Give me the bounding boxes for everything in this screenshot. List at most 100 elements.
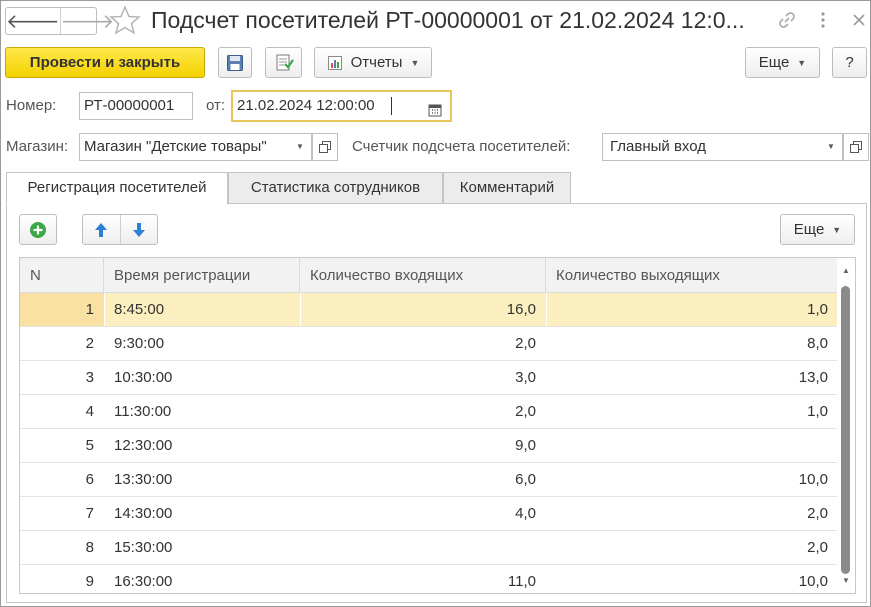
store-dropdown-button[interactable]: ▼ — [289, 134, 311, 160]
close-icon — [853, 14, 865, 26]
open-window-icon — [850, 141, 862, 153]
cell-time: 11:30:00 — [114, 403, 172, 420]
counter-dropdown-button[interactable]: ▼ — [820, 134, 842, 160]
table-row[interactable]: 2 9:30:00 2,0 8,0 — [20, 327, 837, 361]
column-header-incoming[interactable]: Количество входящих — [300, 258, 546, 293]
vertical-scrollbar[interactable]: ▲ ▼ — [837, 258, 855, 593]
table-header: N Время регистрации Количество входящих … — [20, 258, 837, 293]
help-button[interactable]: ? — [832, 47, 867, 78]
cell-incoming: 16,0 — [506, 301, 536, 318]
visitors-table[interactable]: N Время регистрации Количество входящих … — [19, 257, 856, 594]
cell-incoming — [300, 531, 536, 564]
move-down-button[interactable] — [121, 215, 158, 244]
close-button[interactable] — [847, 8, 871, 32]
number-field[interactable]: РТ-00000001 — [79, 92, 193, 120]
column-header-time[interactable]: Время регистрации — [104, 258, 300, 293]
counter-open-button[interactable] — [843, 133, 869, 161]
table-row[interactable]: 7 14:30:00 4,0 2,0 — [20, 497, 837, 531]
scrollbar-thumb[interactable] — [841, 286, 850, 574]
chevron-down-icon: ▼ — [410, 57, 420, 68]
cell-n: 5 — [85, 437, 94, 454]
table-row[interactable]: 4 11:30:00 2,0 1,0 — [20, 395, 837, 429]
save-icon — [227, 54, 243, 71]
scroll-up-arrow-icon[interactable]: ▲ — [837, 264, 855, 278]
table-row[interactable]: 9 16:30:00 11,0 10,0 — [20, 565, 837, 593]
cell-n: 9 — [85, 573, 94, 590]
cell-time: 15:30:00 — [114, 539, 173, 556]
arrow-left-icon: 🡐 — [6, 10, 60, 33]
table-more-label: Еще — [793, 221, 825, 238]
table-row[interactable]: 8 15:30:00 2,0 — [20, 531, 837, 565]
chevron-down-icon: ▼ — [296, 142, 304, 151]
save-button[interactable] — [218, 47, 252, 78]
more-button[interactable]: Еще ▼ — [745, 47, 820, 78]
cell-outgoing: 1,0 — [807, 403, 828, 420]
window-menu-button[interactable] — [811, 8, 835, 32]
store-open-button[interactable] — [312, 133, 338, 161]
cell-incoming: 6,0 — [515, 471, 536, 488]
column-header-n[interactable]: N — [20, 258, 104, 293]
cell-n: 6 — [85, 471, 94, 488]
cell-time: 9:30:00 — [114, 335, 165, 352]
navigation-buttons: 🡐 🡒 — [5, 7, 114, 35]
cell-n: 2 — [85, 335, 94, 352]
cell-outgoing: 10,0 — [798, 471, 828, 488]
chevron-down-icon: ▼ — [827, 142, 835, 151]
favorite-button[interactable] — [109, 5, 141, 35]
table-more-button[interactable]: Еще ▼ — [780, 214, 855, 245]
tab-employee-statistics[interactable]: Статистика сотрудников — [228, 172, 443, 204]
column-header-outgoing[interactable]: Количество выходящих — [546, 258, 837, 293]
store-field[interactable]: Магазин "Детские товары" ▼ — [79, 133, 312, 161]
tab-visitor-registration[interactable]: Регистрация посетителей — [6, 172, 228, 205]
arrow-up-icon — [95, 222, 108, 237]
tab-comment[interactable]: Комментарий — [443, 172, 571, 204]
post-and-close-button[interactable]: Провести и закрыть — [5, 47, 205, 78]
counter-label: Счетчик подсчета посетителей: — [352, 138, 571, 155]
cell-time: 13:30:00 — [114, 471, 173, 488]
move-buttons — [82, 214, 158, 245]
cell-outgoing: 2,0 — [807, 539, 828, 556]
counter-value: Главный вход — [610, 138, 707, 155]
cell-incoming: 2,0 — [515, 403, 536, 420]
cell-outgoing: 10,0 — [798, 573, 828, 590]
link-icon — [779, 12, 795, 28]
number-label: Номер: — [6, 97, 57, 114]
cell-n: 1 — [20, 293, 104, 326]
date-label: от: — [206, 97, 226, 114]
more-vertical-icon — [821, 12, 825, 28]
link-button[interactable] — [775, 8, 799, 32]
calendar-icon — [428, 104, 442, 117]
store-value: Магазин "Детские товары" — [84, 138, 267, 155]
cell-time: 12:30:00 — [114, 437, 173, 454]
title-bar: 🡐 🡒 Подсчет посетителей РТ-00000001 от 2… — [1, 1, 870, 39]
post-button[interactable] — [265, 47, 302, 78]
back-button[interactable]: 🡐 — [6, 8, 60, 34]
store-label: Магазин: — [6, 138, 69, 155]
cell-time: 16:30:00 — [114, 573, 173, 590]
date-field[interactable]: 21.02.2024 12:00:00 — [231, 90, 452, 122]
table-row[interactable]: 6 13:30:00 6,0 10,0 — [20, 463, 837, 497]
cell-n: 4 — [85, 403, 94, 420]
report-icon — [327, 55, 342, 70]
reports-button[interactable]: Отчеты ▼ — [314, 47, 432, 78]
cell-outgoing: 1,0 — [807, 301, 828, 318]
cell-n: 3 — [85, 369, 94, 386]
cell-outgoing: 13,0 — [798, 369, 828, 386]
calendar-button[interactable] — [428, 99, 442, 120]
add-row-button[interactable] — [19, 214, 57, 245]
cell-incoming: 3,0 — [515, 369, 536, 386]
chevron-down-icon: ▼ — [832, 224, 842, 235]
move-up-button[interactable] — [83, 215, 121, 244]
cell-incoming: 11,0 — [507, 573, 536, 590]
forward-button[interactable]: 🡒 — [59, 8, 114, 34]
add-icon — [30, 221, 46, 238]
scroll-down-arrow-icon[interactable]: ▼ — [837, 574, 855, 588]
table-row[interactable]: 1 8:45:00 16,0 1,0 — [20, 293, 837, 327]
cell-n: 8 — [85, 539, 94, 556]
table-row[interactable]: 5 12:30:00 9,0 — [20, 429, 837, 463]
open-window-icon — [319, 141, 331, 153]
table-row[interactable]: 3 10:30:00 3,0 13,0 — [20, 361, 837, 395]
text-cursor — [391, 97, 392, 115]
counter-field[interactable]: Главный вход ▼ — [602, 133, 843, 161]
post-document-icon — [276, 54, 294, 70]
